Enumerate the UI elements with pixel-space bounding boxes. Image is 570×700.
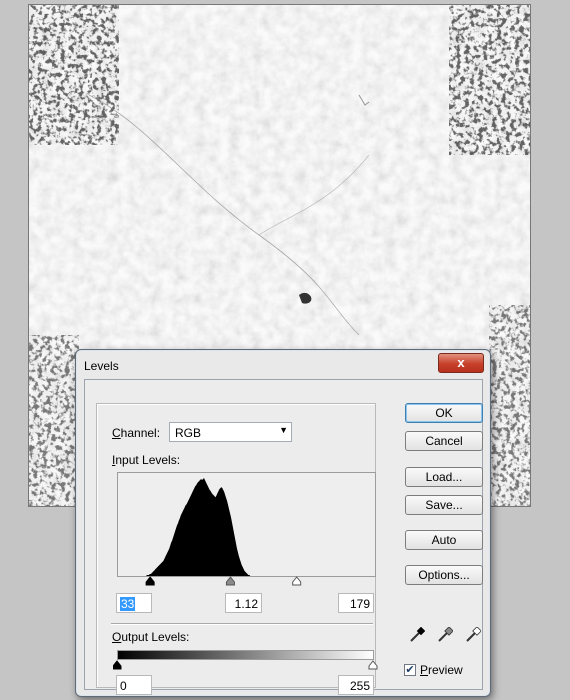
preview-text: review <box>428 663 463 677</box>
options-button-label: Options... <box>418 568 470 582</box>
output-white-handle[interactable] <box>368 660 378 670</box>
output-black-value: 0 <box>120 679 127 693</box>
white-eyedropper-icon[interactable] <box>465 627 481 643</box>
load-button-label: Load... <box>425 470 463 484</box>
dialog-titlebar[interactable]: Levels x <box>76 350 490 378</box>
checkmark-icon: ✔ <box>405 664 415 676</box>
output-gradient-bar <box>117 650 374 660</box>
preview-mnemonic: P <box>420 663 429 677</box>
input-white-value: 179 <box>349 597 370 611</box>
preview-checkbox[interactable]: ✔ <box>404 664 416 676</box>
output-white-value: 255 <box>349 679 370 693</box>
histogram <box>117 472 376 577</box>
input-black-field[interactable]: 33 <box>116 593 152 613</box>
divider <box>111 623 373 625</box>
cancel-button-label: Cancel <box>425 434 463 448</box>
output-white-field[interactable]: 255 <box>338 675 374 695</box>
output-black-field[interactable]: 0 <box>116 675 152 695</box>
output-levels-mnemonic: O <box>112 630 122 644</box>
white-point-handle[interactable] <box>292 576 302 586</box>
channel-dropdown[interactable]: RGB ▼ <box>169 422 292 442</box>
levels-dialog: Levels x Channel: RGB ▼ Input Levels: 33… <box>75 349 491 697</box>
ok-button-label: OK <box>435 406 453 420</box>
input-gamma-value: 1.12 <box>234 597 258 611</box>
input-gamma-field[interactable]: 1.12 <box>225 593 262 613</box>
channel-label-text: hannel: <box>120 426 161 440</box>
options-button[interactable]: Options... <box>405 565 483 585</box>
gray-eyedropper-icon[interactable] <box>437 627 453 643</box>
close-button[interactable]: x <box>438 353 484 373</box>
eyedropper-tools <box>409 627 481 643</box>
channel-label: Channel: <box>110 426 163 440</box>
save-button-label: Save... <box>425 498 463 512</box>
black-eyedropper-icon[interactable] <box>409 627 425 643</box>
gamma-handle[interactable] <box>225 576 235 586</box>
black-point-handle[interactable] <box>145 576 155 586</box>
cancel-button[interactable]: Cancel <box>405 431 483 451</box>
input-levels-text: nput Levels: <box>115 453 181 467</box>
output-levels-text: utput Levels: <box>121 630 190 644</box>
close-icon: x <box>457 355 465 370</box>
ok-button[interactable]: OK <box>405 403 483 423</box>
output-black-handle[interactable] <box>113 660 122 670</box>
histogram-area <box>118 478 374 576</box>
save-button[interactable]: Save... <box>405 495 483 515</box>
output-levels-slider[interactable] <box>113 660 378 670</box>
auto-button[interactable]: Auto <box>405 530 483 550</box>
input-levels-slider[interactable] <box>117 576 374 586</box>
dialog-title: Levels <box>84 359 119 373</box>
channel-value: RGB <box>175 426 202 440</box>
input-white-field[interactable]: 179 <box>338 593 374 613</box>
input-black-value: 33 <box>120 597 136 611</box>
chevron-down-icon: ▼ <box>279 425 288 435</box>
channel-label-mnemonic: C <box>112 426 121 440</box>
dialog-body: Channel: RGB ▼ Input Levels: 33 1.12 179… <box>84 379 483 695</box>
output-levels-label: Output Levels: <box>112 630 189 644</box>
auto-button-label: Auto <box>431 533 457 547</box>
load-button[interactable]: Load... <box>405 467 483 487</box>
input-levels-label: Input Levels: <box>112 453 180 467</box>
preview-label[interactable]: Preview <box>420 663 463 677</box>
